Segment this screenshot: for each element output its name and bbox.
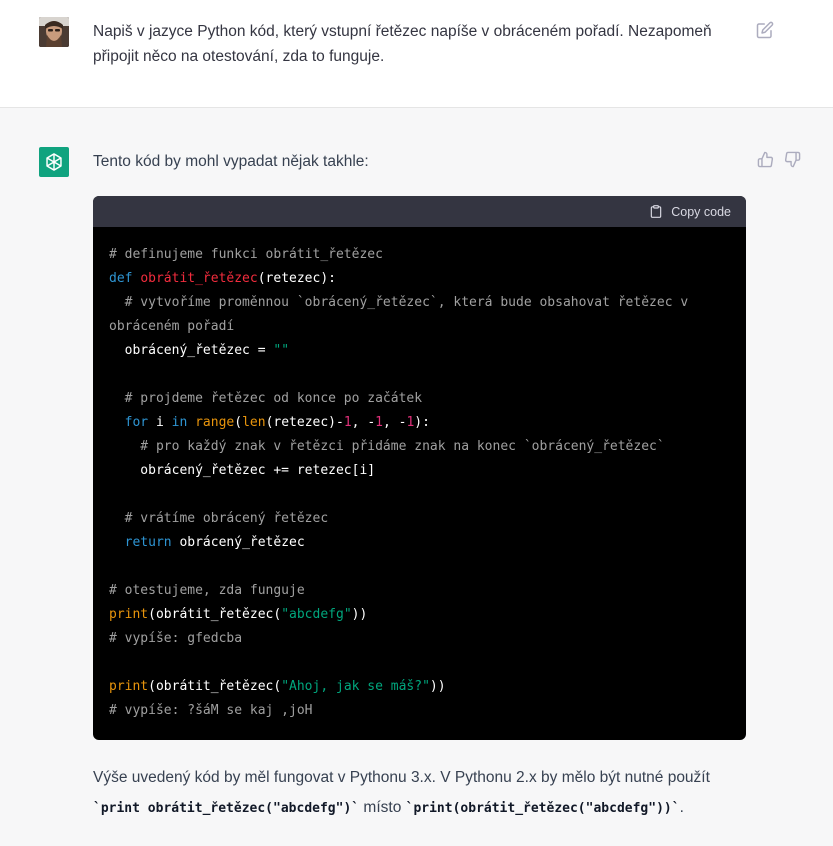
inline-code-1: `print obrátit_řetězec("abcdefg")` — [93, 801, 360, 816]
assistant-message-row: Tento kód by mohl vypadat nějak takhle: … — [0, 108, 833, 846]
code-token: , - — [351, 415, 376, 430]
inline-code-2: `print(obrátit_řetězec("abcdefg"))` — [405, 801, 680, 816]
code-token: print — [109, 679, 149, 694]
code-line: # vrátíme obrácený řetězec — [109, 507, 730, 531]
code-content: # definujeme funkci obrátit_řetězecdef o… — [93, 227, 746, 723]
code-token: obrácený_řetězec = — [109, 343, 274, 358]
assistant-outro-text: Výše uvedený kód by měl fungovat v Pytho… — [93, 763, 753, 824]
code-token: "abcdefg" — [281, 607, 352, 622]
code-token: # otestujeme, zda funguje — [109, 583, 305, 598]
code-token: # definujeme funkci obrátit_řetězec — [109, 247, 383, 262]
code-token: obrácený_řetězec += retezec[i] — [109, 463, 376, 478]
code-token: obráceném pořadí — [109, 319, 235, 334]
code-token: def — [109, 271, 141, 286]
code-line: # vypíše: gfedcba — [109, 627, 730, 651]
code-token: # projdeme řetězec od konce po začátek — [109, 391, 423, 406]
code-token: (obrátit_řetězec( — [148, 607, 282, 622]
code-line: # pro každý znak v řetězci přidáme znak … — [109, 435, 730, 459]
code-block-header: Copy code — [93, 196, 746, 227]
code-token: obrácený_řetězec — [171, 535, 305, 550]
code-token: return — [124, 535, 172, 550]
code-line: # vytvoříme proměnnou `obrácený_řetězec`… — [109, 291, 730, 315]
assistant-intro-text: Tento kód by mohl vypadat nějak takhle: — [93, 153, 369, 170]
code-token: "Ahoj, jak se máš?" — [281, 679, 430, 694]
user-message-text: Napiš v jazyce Python kód, který vstupní… — [93, 23, 712, 65]
thumbs-down-icon[interactable] — [784, 151, 802, 169]
code-token: # pro každý znak v řetězci přidáme znak … — [109, 439, 665, 454]
openai-logo-icon — [39, 147, 69, 177]
user-message-row: Napiš v jazyce Python kód, který vstupní… — [0, 0, 833, 108]
code-token: "" — [273, 343, 290, 358]
code-token: , - — [382, 415, 407, 430]
code-line: # projdeme řetězec od konce po začátek — [109, 387, 730, 411]
edit-icon[interactable] — [756, 21, 776, 41]
code-line: for i in range(len(retezec)-1, -1, -1): — [109, 411, 730, 435]
code-line: def obrátit_řetězec(retezec): — [109, 267, 730, 291]
code-token: for — [124, 415, 149, 430]
code-line: # otestujeme, zda funguje — [109, 579, 730, 603]
copy-code-button[interactable]: Copy code — [649, 204, 731, 219]
code-token: in — [171, 415, 188, 430]
thumbs-up-icon[interactable] — [757, 151, 775, 169]
code-token: len — [242, 415, 266, 430]
code-token: 1 — [343, 415, 352, 430]
code-line: return obrácený_řetězec — [109, 531, 730, 555]
user-avatar — [39, 17, 69, 47]
clipboard-icon — [650, 205, 662, 218]
code-token: range — [195, 415, 235, 430]
outro-text-3: . — [679, 799, 684, 816]
code-line: print(obrátit_řetězec("Ahoj, jak se máš?… — [109, 675, 730, 699]
code-token: (retezec)- — [265, 415, 344, 430]
code-line: # definujeme funkci obrátit_řetězec — [109, 243, 730, 267]
code-token: )) — [429, 679, 446, 694]
code-token: ): — [414, 415, 430, 430]
code-token: 1 — [375, 415, 383, 430]
code-line: obráceném pořadí — [109, 315, 730, 339]
code-token: # vrátíme obrácený řetězec — [109, 511, 329, 526]
code-line: print(obrátit_řetězec("abcdefg")) — [109, 603, 730, 627]
code-token: print — [109, 607, 149, 622]
code-line: obrácený_řetězec = "" — [109, 339, 730, 363]
code-token: (retezec): — [257, 271, 336, 286]
code-token: ( — [234, 415, 243, 430]
code-block: Copy code # definujeme funkci obrátit_ře… — [93, 196, 746, 740]
code-token: # vypíše: ?šáM se kaj ,joH — [109, 703, 313, 718]
code-token: # vytvoříme proměnnou `obrácený_řetězec`… — [109, 295, 689, 310]
code-token: # vypíše: gfedcba — [109, 631, 243, 646]
code-token: (obrátit_řetězec( — [148, 679, 282, 694]
outro-text-2: místo — [359, 799, 406, 816]
code-line: # vypíše: ?šáM se kaj ,joH — [109, 699, 730, 723]
code-token: obrátit_řetězec — [140, 271, 258, 286]
code-token: i — [148, 415, 172, 430]
copy-code-label: Copy code — [671, 204, 731, 219]
user-photo-icon — [39, 17, 69, 47]
outro-text-1: Výše uvedený kód by měl fungovat v Pytho… — [93, 769, 710, 786]
code-line: obrácený_řetězec += retezec[i] — [109, 459, 730, 483]
code-token: )) — [351, 607, 368, 622]
